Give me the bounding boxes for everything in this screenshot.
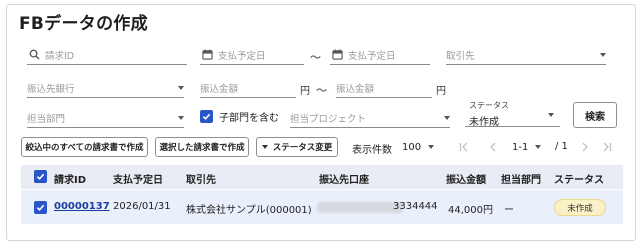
pay-date-to-placeholder: 支払予定日: [348, 50, 396, 62]
search-button[interactable]: 検索: [573, 102, 617, 128]
chevron-down-icon: [178, 115, 184, 120]
redacted-bank-info: [317, 202, 403, 213]
amount-from-unit: 円: [300, 86, 310, 97]
per-page-label: 表示件数: [352, 145, 392, 156]
dept-cell: ー: [504, 205, 514, 216]
checkbox-checked-icon[interactable]: [200, 110, 213, 123]
chevron-down-icon: [261, 145, 268, 149]
dept-select[interactable]: 担当部門: [27, 108, 184, 128]
select-all-checkbox[interactable]: [34, 170, 47, 183]
chevron-down-icon: [444, 115, 450, 120]
first-page-icon[interactable]: [457, 140, 471, 154]
change-status-button[interactable]: ステータス変更: [256, 137, 338, 157]
amount-to-unit: 円: [436, 86, 446, 97]
status-select-label: ステータス: [469, 101, 509, 110]
page-range-select[interactable]: 1-1: [512, 137, 542, 157]
col-status[interactable]: ステータス: [554, 171, 604, 186]
pay-date-cell: 2026/01/31: [113, 201, 171, 212]
date-range-separator: 〜: [310, 51, 321, 64]
amount-to-placeholder: 振込金額: [336, 83, 375, 95]
col-dept[interactable]: 担当部門: [501, 171, 541, 186]
status-select-value: 未作成: [469, 117, 499, 128]
amount-range-separator: 〜: [316, 84, 327, 97]
include-sub-dept-toggle[interactable]: 子部門を含む: [200, 109, 279, 124]
status-select[interactable]: ステータス 未作成: [465, 100, 560, 128]
pay-date-to-field[interactable]: 支払予定日: [330, 45, 430, 65]
create-selected-button[interactable]: 選択した請求書で作成: [155, 137, 249, 157]
last-page-icon[interactable]: [600, 140, 614, 154]
col-account[interactable]: 振込先口座: [319, 171, 369, 186]
chevron-down-icon: [548, 113, 554, 117]
page-range-value: 1-1: [512, 141, 529, 153]
pay-date-from-placeholder: 支払予定日: [218, 50, 266, 62]
row-checkbox[interactable]: [34, 201, 47, 214]
per-page-select[interactable]: 100: [402, 137, 435, 157]
project-select[interactable]: 担当プロジェクト: [290, 108, 450, 128]
per-page-value: 100: [402, 141, 422, 153]
bank-placeholder: 振込先銀行: [27, 83, 75, 95]
col-amount[interactable]: 振込金額: [446, 171, 486, 186]
client-placeholder: 取引先: [446, 50, 475, 62]
invoice-id-link[interactable]: 00000137: [54, 201, 110, 212]
chevron-down-icon: [600, 52, 606, 57]
client-cell: 株式会社サンプル(000001): [186, 205, 312, 216]
page-title: FBデータの作成: [19, 14, 148, 34]
table-row[interactable]: 00000137 2026/01/31 株式会社サンプル(000001) 333…: [21, 190, 623, 224]
chevron-down-icon: [178, 85, 184, 90]
change-status-label: ステータス変更: [272, 143, 333, 153]
table-header: 請求ID 支払予定日 取引先 振込先口座 振込金額 担当部門 ステータス: [21, 165, 623, 189]
status-badge: 未作成: [554, 199, 606, 216]
chevron-down-icon: [428, 145, 435, 149]
prev-page-icon[interactable]: [486, 140, 500, 154]
amount-cell: 44,000円: [448, 205, 493, 216]
amount-to-field[interactable]: 振込金額: [336, 78, 432, 98]
chevron-down-icon: [535, 145, 542, 149]
client-select[interactable]: 取引先: [446, 45, 606, 65]
account-number-cell: 3334444: [393, 201, 438, 212]
next-page-icon[interactable]: [578, 140, 592, 154]
col-client[interactable]: 取引先: [186, 171, 216, 186]
invoice-id-placeholder: 請求ID: [45, 50, 75, 62]
col-invoice-id[interactable]: 請求ID: [54, 171, 86, 186]
search-icon: [27, 49, 41, 60]
invoice-id-field[interactable]: 請求ID: [27, 45, 187, 65]
calendar-icon: [200, 49, 214, 60]
calendar-icon: [330, 49, 344, 60]
amount-from-placeholder: 振込金額: [200, 83, 239, 95]
bank-select[interactable]: 振込先銀行: [27, 78, 184, 98]
col-pay-date[interactable]: 支払予定日: [113, 171, 163, 186]
project-placeholder: 担当プロジェクト: [290, 113, 367, 125]
create-all-button[interactable]: 絞込中のすべての請求書で作成: [21, 137, 148, 157]
pay-date-from-field[interactable]: 支払予定日: [200, 45, 304, 65]
page-total: / 1: [555, 141, 568, 152]
dept-placeholder: 担当部門: [27, 113, 66, 125]
include-sub-dept-label: 子部門を含む: [219, 113, 279, 124]
amount-from-field[interactable]: 振込金額: [200, 78, 296, 98]
